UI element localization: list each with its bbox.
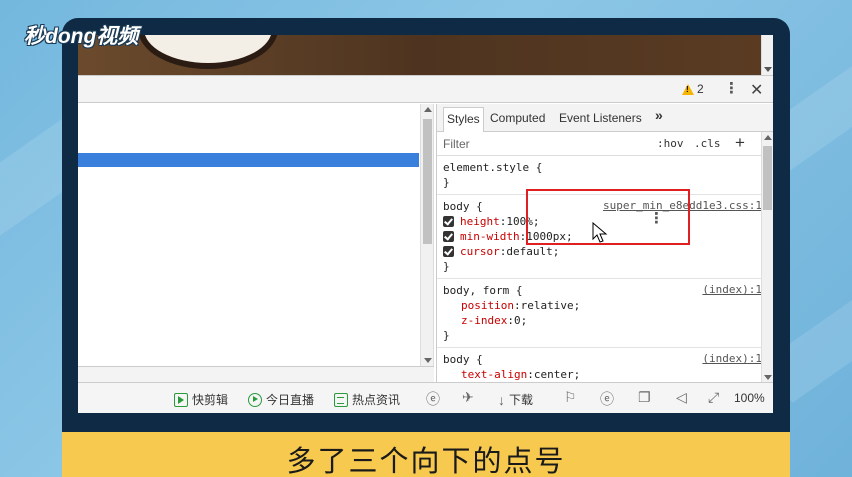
zoom-level[interactable]: 100% xyxy=(734,391,765,405)
elements-breadcrumb-bar xyxy=(78,366,434,382)
live-play-icon xyxy=(248,392,262,407)
property-name[interactable]: position xyxy=(461,298,514,313)
property-name[interactable]: min-width xyxy=(460,229,520,244)
sidebar-tabs: Styles Computed Event Listeners » xyxy=(437,104,773,132)
rocket-icon[interactable]: ✈ xyxy=(462,389,474,406)
live-button[interactable]: 今日直播 xyxy=(248,391,314,408)
news-icon xyxy=(334,392,348,407)
caption-text: 多了三个向下的点号 xyxy=(286,444,566,477)
property-checkbox[interactable] xyxy=(443,216,454,227)
property-value[interactable]: center; xyxy=(534,367,580,382)
scroll-down-arrow-icon[interactable] xyxy=(764,375,772,380)
tab-event-listeners[interactable]: Event Listeners xyxy=(556,109,645,127)
scroll-up-arrow-icon[interactable] xyxy=(764,135,772,140)
warnings-indicator[interactable]: 2 xyxy=(682,82,704,96)
logo: 秒dong视频 xyxy=(24,25,139,48)
rule-source-link[interactable]: (index):1 xyxy=(702,283,762,296)
rule-selector[interactable]: element.style { xyxy=(443,160,762,175)
hot-news-button[interactable]: 热点资讯 xyxy=(334,391,400,408)
scroll-up-arrow-icon[interactable] xyxy=(424,107,432,112)
property-value[interactable]: relative; xyxy=(521,298,581,313)
property-row: z-index: 0; xyxy=(461,313,528,328)
property-value[interactable]: 0; xyxy=(514,313,527,328)
selected-dom-node-row[interactable] xyxy=(78,153,419,167)
page-preview xyxy=(78,35,761,75)
quick-edit-button[interactable]: 快剪辑 xyxy=(174,391,228,408)
lightning-icon[interactable]: ⓔ xyxy=(426,389,440,409)
statusbar-label: 下载 xyxy=(509,393,534,407)
speaker-icon[interactable]: ◁ xyxy=(676,389,687,406)
statusbar-label: 热点资讯 xyxy=(352,393,401,407)
cls-toggle[interactable]: .cls xyxy=(694,137,721,150)
rule-source-link[interactable]: (index):1 xyxy=(702,352,762,365)
elements-scrollbar[interactable] xyxy=(420,104,434,366)
property-row: cursor: default; xyxy=(443,244,762,259)
styles-scrollbar[interactable] xyxy=(761,132,773,382)
flag-icon[interactable]: ⚐ xyxy=(564,389,577,406)
fullscreen-icon[interactable]: ⤢ xyxy=(708,389,719,406)
warning-count: 2 xyxy=(697,82,704,96)
scroll-down-arrow-icon[interactable] xyxy=(764,67,772,72)
scrollbar-thumb[interactable] xyxy=(763,146,772,210)
scroll-down-arrow-icon[interactable] xyxy=(424,358,432,363)
filter-input[interactable]: Filter xyxy=(443,137,470,151)
devtools-menu-icon[interactable]: ⋮ xyxy=(724,81,739,96)
style-rule: body { (index):1 text-align: center; xyxy=(437,348,762,386)
statusbar-label: 快剪辑 xyxy=(192,393,229,407)
property-row: text-align: center; xyxy=(461,367,581,382)
property-name[interactable]: z-index xyxy=(461,313,507,328)
page-scrollbar[interactable] xyxy=(761,35,773,75)
highlight-box: ⋮ xyxy=(526,189,690,245)
hov-toggle[interactable]: :hov xyxy=(657,137,684,150)
scrollbar-thumb[interactable] xyxy=(423,119,432,244)
rule-close: } xyxy=(443,176,450,189)
ie-icon[interactable]: ⓔ xyxy=(600,389,614,409)
browser-statusbar: 快剪辑 今日直播 热点资讯 ⓔ ✈ ↓ 下载 ⚐ ⓔ ❐ ◁ ⤢ 100% xyxy=(78,382,773,413)
property-checkbox[interactable] xyxy=(443,231,454,242)
style-rule: body, form { (index):1 position: relativ… xyxy=(437,279,762,348)
property-value[interactable]: default; xyxy=(506,244,559,259)
window-icon[interactable]: ❐ xyxy=(638,389,651,406)
close-devtools-icon[interactable]: ✕ xyxy=(750,80,763,100)
page-image xyxy=(138,35,278,69)
video-edit-icon xyxy=(174,392,188,407)
property-row: position: relative; xyxy=(461,298,581,313)
property-name[interactable]: text-align xyxy=(461,367,527,382)
statusbar-label: 今日直播 xyxy=(266,393,315,407)
tab-computed[interactable]: Computed xyxy=(487,109,548,127)
vertical-dots-icon[interactable]: ⋮ xyxy=(649,211,664,226)
elements-panel xyxy=(78,104,420,366)
property-name[interactable]: cursor xyxy=(460,244,500,259)
tab-styles[interactable]: Styles xyxy=(443,107,484,132)
property-checkbox[interactable] xyxy=(443,246,454,257)
download-button[interactable]: ↓ 下载 xyxy=(498,391,533,408)
property-name[interactable]: height xyxy=(460,214,500,229)
rule-close: } xyxy=(443,329,450,342)
devtools-toolbar: 2 ⋮ ✕ xyxy=(78,75,773,103)
styles-filter-row: Filter :hov .cls + xyxy=(437,132,762,156)
download-arrow-icon: ↓ xyxy=(498,391,505,408)
new-style-rule-icon[interactable]: + xyxy=(735,133,745,153)
caption-bar: 多了三个向下的点号 xyxy=(62,432,790,477)
warning-icon xyxy=(682,83,694,95)
rule-close: } xyxy=(443,260,450,273)
mouse-cursor-icon xyxy=(592,222,608,243)
more-tabs-icon[interactable]: » xyxy=(655,107,663,123)
